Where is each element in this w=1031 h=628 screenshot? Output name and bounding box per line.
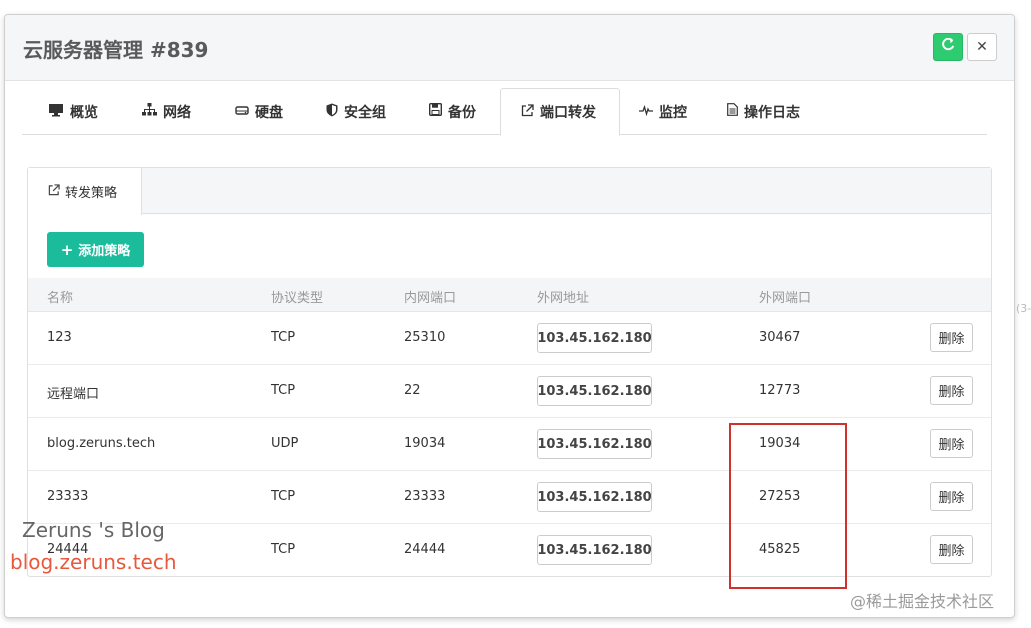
cell-internal-port: 25310 bbox=[404, 330, 446, 345]
refresh-button[interactable] bbox=[933, 33, 963, 61]
cell-protocol: TCP bbox=[271, 542, 296, 557]
blog-url-watermark: blog.zeruns.tech bbox=[10, 550, 177, 574]
cell-external-port: 30467 bbox=[759, 330, 801, 345]
shield-icon bbox=[326, 103, 338, 121]
plus-icon: + bbox=[60, 240, 74, 259]
monitor-icon bbox=[48, 103, 64, 121]
tab-security-group[interactable]: 安全组 bbox=[306, 88, 386, 135]
tab-label: 概览 bbox=[70, 104, 98, 121]
delete-button[interactable]: 删除 bbox=[930, 535, 973, 564]
cell-name: blog.zeruns.tech bbox=[47, 436, 156, 451]
delete-button[interactable]: 删除 bbox=[930, 482, 973, 511]
delete-button[interactable]: 删除 bbox=[930, 429, 973, 458]
header-name: 名称 bbox=[47, 291, 74, 306]
tab-label: 备份 bbox=[448, 104, 476, 121]
cell-name: 123 bbox=[47, 330, 72, 345]
refresh-icon bbox=[941, 37, 955, 56]
header-protocol: 协议类型 bbox=[271, 291, 324, 306]
port-forward-panel: 转发策略 + 添加策略 名称 协议类型 内网端口 外网地址 外网端口 123 T… bbox=[27, 167, 992, 577]
tab-disk[interactable]: 硬盘 bbox=[215, 88, 283, 135]
cell-internal-port: 22 bbox=[404, 383, 421, 398]
blog-name-watermark: Zeruns 's Blog bbox=[22, 518, 165, 542]
close-button[interactable]: ✕ bbox=[967, 33, 997, 61]
close-icon: ✕ bbox=[976, 39, 988, 55]
sitemap-icon bbox=[142, 103, 157, 120]
external-link-icon bbox=[48, 184, 60, 199]
cell-internal-port: 19034 bbox=[404, 436, 446, 451]
cell-external-port: 12773 bbox=[759, 383, 801, 398]
save-icon bbox=[428, 102, 443, 120]
cell-external-ip: 103.45.162.180 bbox=[537, 482, 652, 512]
cell-external-ip: 103.45.162.180 bbox=[537, 376, 652, 406]
cell-protocol: TCP bbox=[271, 383, 296, 398]
pulse-icon bbox=[639, 104, 653, 120]
edge-clipped-text: (3- bbox=[1016, 302, 1031, 315]
subtab-bar: 转发策略 bbox=[28, 168, 991, 215]
tab-backup[interactable]: 备份 bbox=[409, 88, 476, 135]
tab-operation-log[interactable]: 操作日志 bbox=[707, 88, 800, 135]
table-row: 123 TCP 25310 103.45.162.180 30467 删除 bbox=[28, 312, 991, 365]
cell-external-ip: 103.45.162.180 bbox=[537, 429, 652, 459]
cell-name: 远程端口 bbox=[47, 387, 100, 402]
tab-network[interactable]: 网络 bbox=[122, 88, 191, 135]
hdd-icon bbox=[235, 104, 249, 120]
tab-label: 端口转发 bbox=[540, 105, 596, 121]
subtab-forward-policy[interactable]: 转发策略 bbox=[28, 168, 142, 215]
cell-name: 23333 bbox=[47, 489, 89, 504]
modal-title: 云服务器管理 #839 bbox=[23, 38, 209, 62]
cell-protocol: UDP bbox=[271, 436, 299, 451]
external-link-icon bbox=[521, 103, 534, 121]
add-policy-button[interactable]: + 添加策略 bbox=[47, 232, 144, 267]
cell-protocol: TCP bbox=[271, 330, 296, 345]
cell-internal-port: 23333 bbox=[404, 489, 446, 504]
highlight-annotation-box bbox=[729, 423, 847, 589]
tab-label: 监控 bbox=[659, 104, 687, 121]
tab-label: 网络 bbox=[163, 104, 191, 121]
delete-button[interactable]: 删除 bbox=[930, 323, 973, 352]
file-text-icon bbox=[727, 103, 738, 120]
tab-label: 硬盘 bbox=[255, 104, 283, 121]
table-header: 名称 协议类型 内网端口 外网地址 外网端口 bbox=[28, 278, 991, 312]
tab-bar: 概览 网络 硬盘 安全组 备份 端口转发 监控 操作日志 bbox=[22, 88, 987, 136]
tab-label: 安全组 bbox=[344, 104, 386, 121]
header-external-port: 外网端口 bbox=[759, 291, 812, 306]
tab-overview[interactable]: 概览 bbox=[28, 88, 98, 135]
tab-port-forward[interactable]: 端口转发 bbox=[500, 88, 620, 136]
cell-external-ip: 103.45.162.180 bbox=[537, 535, 652, 565]
modal-header: 云服务器管理 #839 ✕ bbox=[5, 15, 1014, 81]
tab-monitor[interactable]: 监控 bbox=[619, 88, 687, 135]
cell-external-ip: 103.45.162.180 bbox=[537, 323, 652, 353]
subtab-label: 转发策略 bbox=[65, 186, 118, 201]
delete-button[interactable]: 删除 bbox=[930, 376, 973, 405]
tab-label: 操作日志 bbox=[744, 104, 800, 121]
header-internal-port: 内网端口 bbox=[404, 291, 457, 306]
add-policy-label: 添加策略 bbox=[78, 244, 131, 259]
cell-protocol: TCP bbox=[271, 489, 296, 504]
header-external-ip: 外网地址 bbox=[537, 291, 590, 306]
cell-internal-port: 24444 bbox=[404, 542, 446, 557]
juejin-watermark: @稀土掘金技术社区 bbox=[850, 592, 995, 611]
table-row: 远程端口 TCP 22 103.45.162.180 12773 删除 bbox=[28, 365, 991, 418]
